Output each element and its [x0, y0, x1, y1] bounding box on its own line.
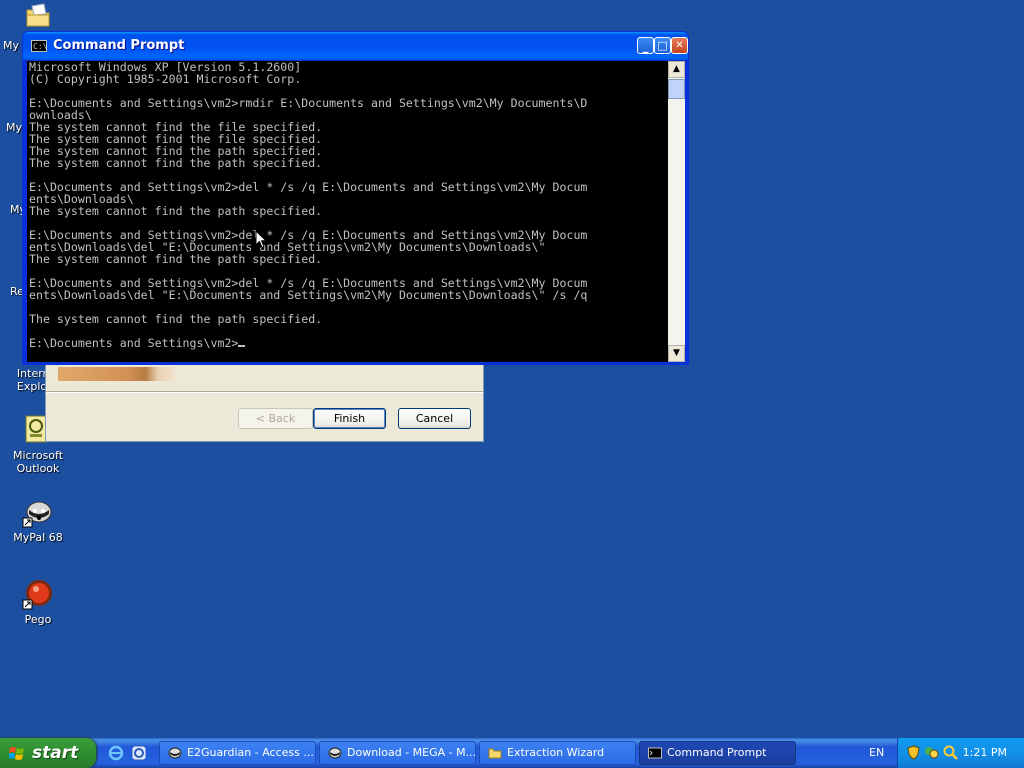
console-line: (C) Copyright 1985-2001 Microsoft Corp. — [29, 72, 302, 86]
folder-icon — [26, 3, 50, 27]
language-indicator[interactable]: EN — [869, 738, 884, 768]
desktop-label-my-computer: My — [6, 121, 23, 134]
clock[interactable]: 1:21 PM — [963, 738, 1007, 768]
cmd-window-icon[interactable]: C:\ — [31, 40, 47, 52]
mypal-label: MyPal 68 — [13, 531, 63, 544]
command-prompt-window: C:\ Command Prompt _ □ ✕ Microsoft Windo… — [22, 31, 689, 365]
console-line: The system cannot find the path specifie… — [29, 204, 323, 218]
security-shield-icon[interactable] — [906, 745, 921, 760]
desktop-icon-mypal[interactable]: MyPal 68 — [0, 496, 76, 544]
extraction-wizard-window: < Back Finish Cancel — [45, 360, 484, 442]
text-cursor — [238, 345, 246, 347]
raccoon-icon — [168, 747, 182, 759]
cmd-icon — [648, 747, 662, 759]
search-icon[interactable] — [943, 745, 958, 760]
console-line: The system cannot find the path specifie… — [29, 252, 323, 266]
start-label: start — [32, 743, 79, 763]
scroll-thumb[interactable] — [668, 79, 685, 99]
task-label: Extraction Wizard — [507, 746, 605, 759]
console-line: The system cannot find the path specifie… — [29, 156, 323, 170]
desktop-icon-pego[interactable]: Pego — [0, 578, 76, 626]
task-label: Download - MEGA - M... — [347, 746, 476, 759]
desktop-label-my-documents: My — [3, 39, 20, 52]
mypal-raccoon-icon — [22, 496, 54, 528]
scroll-up-arrow-icon[interactable]: ▲ — [668, 61, 685, 78]
back-button[interactable]: < Back — [238, 408, 313, 429]
pego-icon — [22, 578, 54, 610]
task-label: E2Guardian - Access ... — [187, 746, 314, 759]
windows-logo-icon — [9, 747, 24, 760]
close-button[interactable]: ✕ — [671, 37, 688, 54]
minimize-button[interactable]: _ — [637, 37, 654, 54]
console-prompt: E:\Documents and Settings\vm2> — [29, 336, 239, 350]
vertical-scrollbar[interactable]: ▲ ▼ — [668, 61, 685, 362]
mouse-pointer-icon — [255, 230, 267, 249]
folder-icon — [488, 748, 502, 759]
wizard-separator — [46, 391, 483, 393]
raccoon-icon — [328, 747, 342, 759]
wizard-banner-image — [58, 367, 175, 381]
taskbar-item-e2guardian[interactable]: E2Guardian - Access ... — [159, 741, 316, 765]
pego-label: Pego — [24, 613, 52, 626]
taskbar: start E2Guardian - Access ... Download -… — [0, 738, 1024, 768]
maximize-button[interactable]: □ — [654, 37, 671, 54]
cancel-button[interactable]: Cancel — [398, 408, 471, 429]
outlook-label: Microsoft Outlook — [12, 449, 64, 475]
taskbar-item-extraction-wizard[interactable]: Extraction Wizard — [479, 741, 636, 765]
console-line: E:\Documents and Settings\vm2>rmdir E:\D… — [29, 96, 588, 110]
window-title: Command Prompt — [53, 38, 185, 53]
scroll-down-arrow-icon[interactable]: ▼ — [668, 345, 685, 362]
finish-button[interactable]: Finish — [313, 408, 386, 429]
task-label: Command Prompt — [667, 746, 767, 759]
network-icon[interactable] — [924, 745, 939, 760]
desktop-icon-my-documents[interactable] — [24, 2, 52, 30]
console-line: ents\Downloads\del "E:\Documents and Set… — [29, 288, 588, 302]
console-output[interactable]: Microsoft Windows XP [Version 5.1.2600] … — [27, 61, 668, 362]
start-button[interactable]: start — [0, 738, 96, 768]
browser-quicklaunch-icon[interactable] — [131, 745, 147, 761]
internet-explorer-icon[interactable] — [108, 745, 124, 761]
taskbar-item-command-prompt[interactable]: Command Prompt — [639, 741, 796, 765]
console-prompt-line[interactable]: E:\Documents and Settings\vm2> — [27, 337, 668, 349]
system-tray: 1:21 PM — [897, 738, 1024, 768]
title-bar[interactable]: C:\ Command Prompt _ □ ✕ — [23, 32, 688, 60]
taskbar-item-mega[interactable]: Download - MEGA - M... — [319, 741, 476, 765]
console-line: The system cannot find the path specifie… — [29, 312, 323, 326]
